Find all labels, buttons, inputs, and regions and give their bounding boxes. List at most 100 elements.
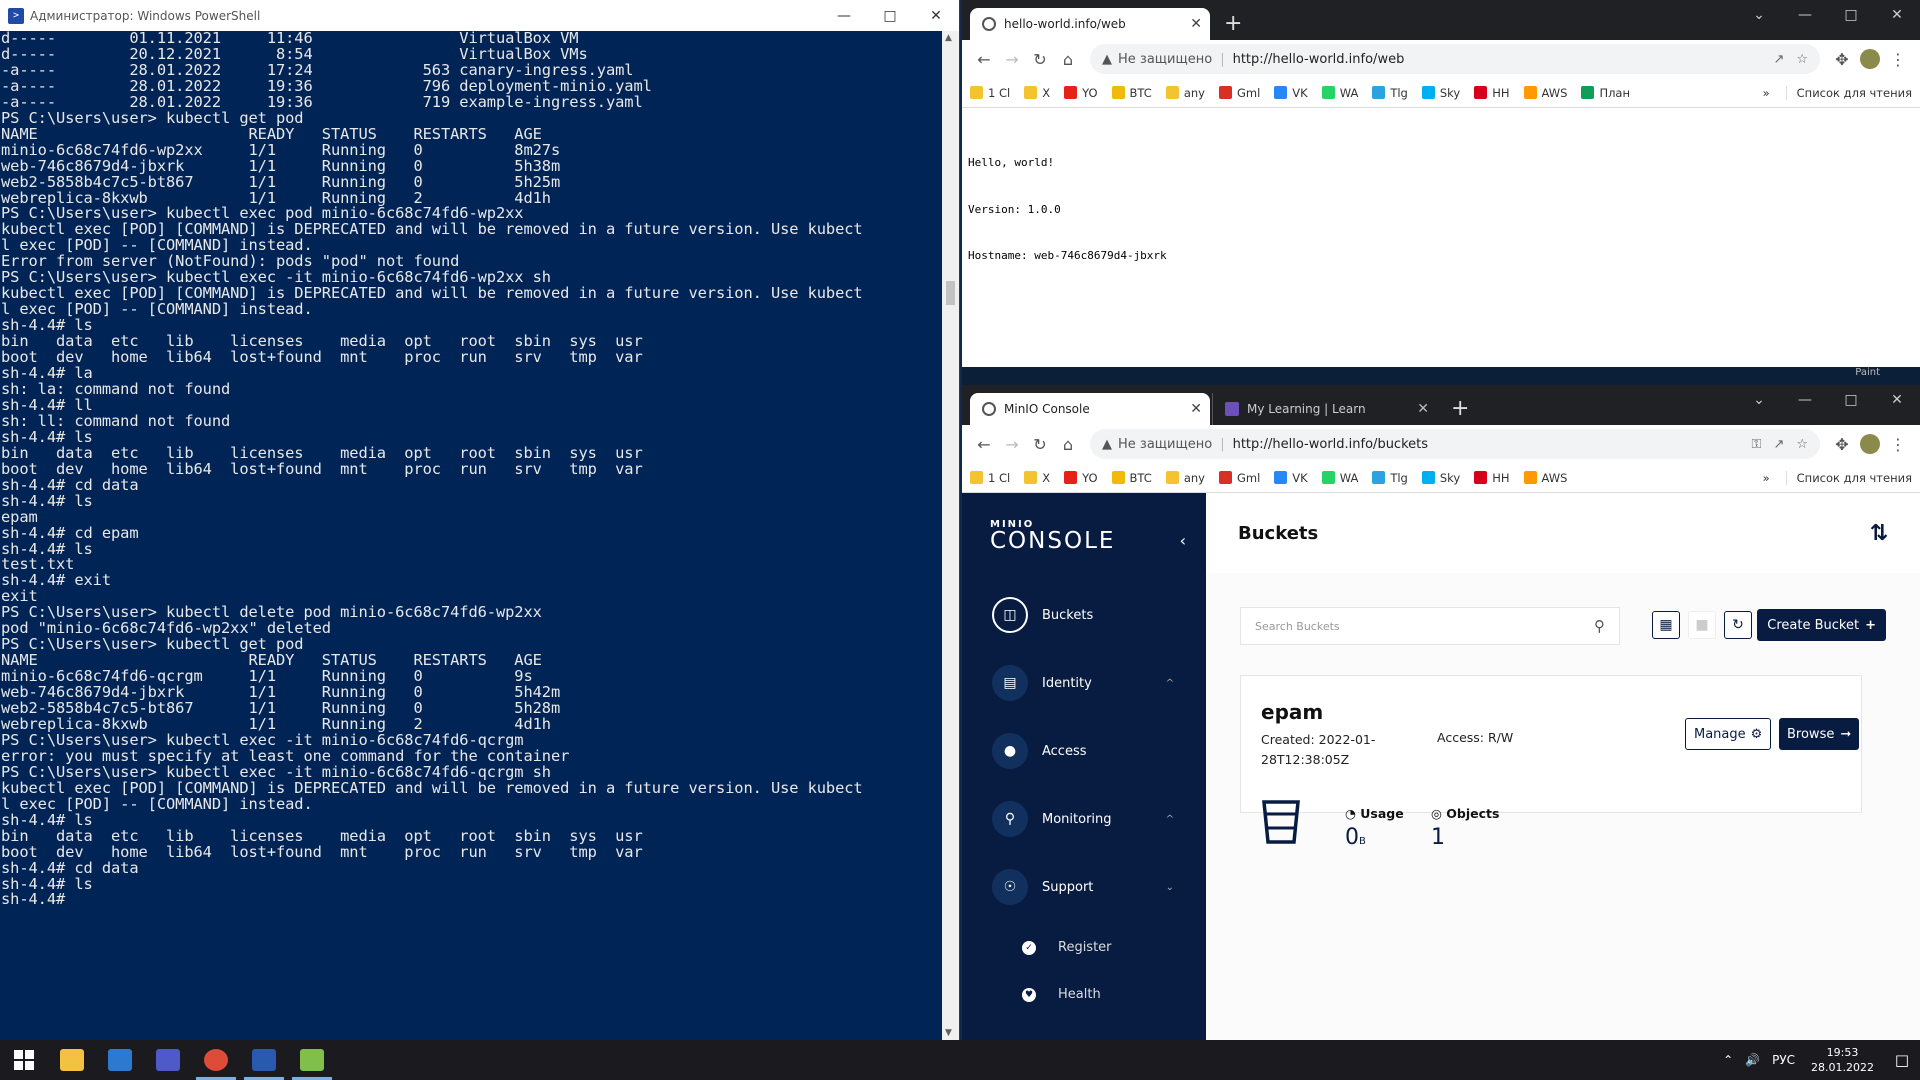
search-buckets-input[interactable]: Search Buckets ⚲ xyxy=(1240,607,1620,645)
file-explorer-icon[interactable] xyxy=(48,1040,96,1080)
home-icon[interactable]: ⌂ xyxy=(1054,45,1082,73)
powershell-window[interactable]: > Администратор: Windows PowerShell — □ … xyxy=(0,0,960,1040)
new-tab-button[interactable]: + xyxy=(1451,398,1469,420)
bookmark-item[interactable]: Sky xyxy=(1421,86,1460,100)
bookmark-item[interactable]: Tlg xyxy=(1372,471,1408,485)
powershell-titlebar[interactable]: > Администратор: Windows PowerShell — □ … xyxy=(0,0,959,31)
bookmark-item[interactable]: VK xyxy=(1274,471,1308,485)
search-icon[interactable]: ⚲ xyxy=(1594,617,1605,635)
sidebar-item-buckets[interactable]: ◫ Buckets xyxy=(992,597,1192,633)
minimize-button[interactable]: — xyxy=(821,0,867,31)
sidebar-item-monitoring[interactable]: ⚲ Monitoring ^ xyxy=(992,801,1192,837)
bookmark-item[interactable]: 1 Cl xyxy=(970,471,1010,485)
new-tab-button[interactable]: + xyxy=(1224,13,1242,35)
browser-window-hello[interactable]: hello-world.info/web ✕ + ⌄ — □ ✕ ← → ↻ ⌂… xyxy=(962,0,1920,367)
bookmark-item[interactable]: YO xyxy=(1064,86,1098,100)
bookmark-item[interactable]: WA xyxy=(1321,86,1358,100)
bookmark-item[interactable]: Gml xyxy=(1218,471,1260,485)
close-button[interactable]: ✕ xyxy=(1874,385,1920,415)
tab-close-icon[interactable]: ✕ xyxy=(1190,401,1202,417)
tab-search-icon[interactable]: ⌄ xyxy=(1736,385,1782,415)
reload-icon[interactable]: ↻ xyxy=(1026,430,1054,458)
extensions-icon[interactable]: ✥ xyxy=(1828,45,1856,73)
scroll-down-icon[interactable]: ▼ xyxy=(945,1028,952,1038)
sidebar-item-support[interactable]: ☉ Support ⌄ xyxy=(992,869,1192,905)
sidebar-item-register[interactable]: ✓ Register xyxy=(1022,940,1112,955)
calculator-icon[interactable] xyxy=(96,1040,144,1080)
chrome-icon[interactable] xyxy=(192,1040,240,1080)
close-button[interactable]: ✕ xyxy=(1874,0,1920,30)
bookmark-item[interactable]: Sky xyxy=(1421,471,1460,485)
extensions-icon[interactable]: ✥ xyxy=(1828,430,1856,458)
language-indicator[interactable]: РУС xyxy=(1772,1053,1795,1067)
bookmark-item[interactable]: AWS xyxy=(1523,86,1567,100)
forward-icon[interactable]: → xyxy=(998,430,1026,458)
tab-hello-world[interactable]: hello-world.info/web ✕ xyxy=(970,8,1210,40)
bookmark-item[interactable]: YO xyxy=(1064,471,1098,485)
clock[interactable]: 19:53 28.01.2022 xyxy=(1811,1045,1874,1075)
close-button[interactable]: ✕ xyxy=(913,0,959,31)
create-bucket-button[interactable]: Create Bucket + xyxy=(1757,609,1886,641)
bookmarks-overflow[interactable]: » xyxy=(1763,471,1770,485)
browse-button[interactable]: Browse ➞ xyxy=(1779,718,1860,750)
maximize-button[interactable]: □ xyxy=(1828,385,1874,415)
menu-icon[interactable]: ⋮ xyxy=(1884,45,1912,73)
home-icon[interactable]: ⌂ xyxy=(1054,430,1082,458)
maximize-button[interactable]: □ xyxy=(867,0,913,31)
bucket-card[interactable]: epam Created: 2022-01-28T12:38:05Z Acces… xyxy=(1240,675,1862,850)
bookmark-item[interactable]: WA xyxy=(1321,471,1358,485)
profile-avatar[interactable] xyxy=(1856,430,1884,458)
chevron-up-icon[interactable]: ⌃ xyxy=(1723,1053,1733,1067)
teams-icon[interactable] xyxy=(144,1040,192,1080)
scrollbar-thumb[interactable] xyxy=(946,281,955,305)
start-button[interactable] xyxy=(0,1040,48,1080)
bookmark-item[interactable]: any xyxy=(1165,86,1205,100)
sidebar-item-access[interactable]: ● Access xyxy=(992,733,1192,769)
tab-search-icon[interactable]: ⌄ xyxy=(1736,0,1782,30)
browser-window-minio[interactable]: MinIO Console ✕ My Learning | Learn ✕ + … xyxy=(962,385,1920,1040)
share-icon[interactable]: ↗ xyxy=(1773,437,1784,452)
minimize-button[interactable]: — xyxy=(1782,385,1828,415)
bookmark-item[interactable]: Gml xyxy=(1218,86,1260,100)
sidebar-item-health[interactable]: ♥ Health xyxy=(1022,987,1101,1002)
menu-icon[interactable]: ⋮ xyxy=(1884,430,1912,458)
bookmark-item[interactable]: X xyxy=(1024,86,1050,100)
bookmarks-overflow[interactable]: » xyxy=(1763,86,1770,100)
star-icon[interactable]: ☆ xyxy=(1796,52,1808,67)
notepad-icon[interactable] xyxy=(288,1040,336,1080)
tab-close-icon[interactable]: ✕ xyxy=(1190,16,1202,32)
share-icon[interactable]: ↗ xyxy=(1773,52,1784,67)
bookmark-item[interactable]: BTC xyxy=(1111,471,1152,485)
scroll-up-icon[interactable]: ▲ xyxy=(945,33,952,43)
manage-button[interactable]: Manage ⚙ xyxy=(1685,718,1772,750)
bookmark-item[interactable]: X xyxy=(1024,471,1050,485)
bookmark-item[interactable]: План xyxy=(1581,86,1630,100)
notifications-icon[interactable]: □ xyxy=(1884,1040,1920,1080)
speaker-icon[interactable]: 🔊 xyxy=(1745,1053,1760,1067)
console-scrollbar[interactable]: ▲ ▼ xyxy=(942,31,959,1040)
minimize-button[interactable]: — xyxy=(1782,0,1828,30)
bookmark-item[interactable]: any xyxy=(1165,471,1205,485)
sidebar-item-identity[interactable]: ▤ Identity ^ xyxy=(992,665,1192,701)
reading-list[interactable]: Список для чтения xyxy=(1785,470,1912,485)
address-bar[interactable]: ▲ Не защищено | http://hello-world.info/… xyxy=(1090,429,1820,459)
powershell-taskbar-icon[interactable] xyxy=(240,1040,288,1080)
maximize-button[interactable]: □ xyxy=(1828,0,1874,30)
bookmark-item[interactable]: Tlg xyxy=(1372,86,1408,100)
reading-list[interactable]: Список для чтения xyxy=(1785,85,1912,100)
address-bar[interactable]: ▲ Не защищено | http://hello-world.info/… xyxy=(1090,44,1820,74)
collapse-sidebar-icon[interactable]: ‹ xyxy=(1180,531,1186,550)
bookmark-item[interactable]: HH xyxy=(1474,471,1510,485)
bookmark-item[interactable]: HH xyxy=(1474,86,1510,100)
back-icon[interactable]: ← xyxy=(970,45,998,73)
bookmark-item[interactable]: AWS xyxy=(1523,471,1567,485)
tab-my-learning[interactable]: My Learning | Learn ✕ xyxy=(1212,393,1437,425)
key-icon[interactable]: ⚿ xyxy=(1752,437,1762,452)
tab-close-icon[interactable]: ✕ xyxy=(1417,401,1429,417)
star-icon[interactable]: ☆ xyxy=(1796,437,1808,452)
profile-avatar[interactable] xyxy=(1856,45,1884,73)
forward-icon[interactable]: → xyxy=(998,45,1026,73)
bookmark-item[interactable]: BTC xyxy=(1111,86,1152,100)
reload-icon[interactable]: ↻ xyxy=(1026,45,1054,73)
tab-minio-console[interactable]: MinIO Console ✕ xyxy=(970,393,1210,425)
